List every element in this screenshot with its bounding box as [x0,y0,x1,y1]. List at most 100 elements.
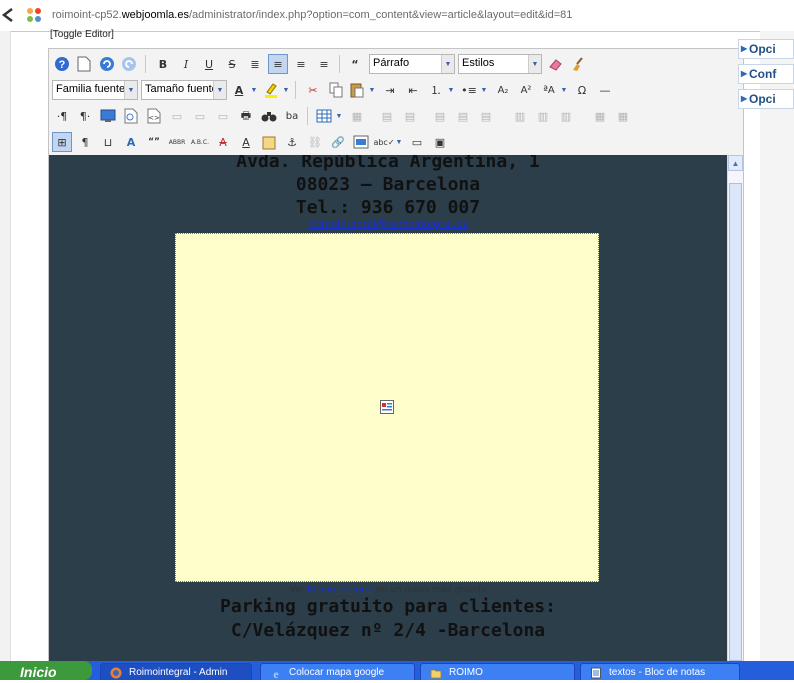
cleanup-broom-icon[interactable] [568,54,588,74]
print-icon[interactable]: 🖶 [236,106,256,126]
chevron-down-icon[interactable]: ▼ [249,80,259,100]
bold-icon[interactable]: B [153,54,173,74]
abbr-icon[interactable]: ABBR [167,132,187,152]
font-family-select[interactable]: Familia fuente ▼ [52,80,138,100]
find-replace-icon[interactable]: ba [282,106,302,126]
undo-icon[interactable] [97,54,117,74]
indent-icon[interactable]: ⇥ [380,80,400,100]
chevron-down-icon[interactable]: ▼ [281,80,291,100]
align-right-icon[interactable]: ≡ [314,54,334,74]
cut-icon[interactable]: ✂ [303,80,323,100]
unlink-icon[interactable]: ⛓ [305,132,325,152]
map-iframe-placeholder[interactable] [175,233,599,582]
chevron-down-icon[interactable]: ▼ [479,80,489,100]
paste-icon[interactable] [347,80,367,100]
cite-icon[interactable]: “” [144,132,164,152]
character-case-icon[interactable]: ªA [539,80,559,100]
find-icon[interactable] [259,106,279,126]
chevron-down-icon[interactable]: ▼ [367,80,377,100]
chevron-down-icon[interactable]: ▼ [334,106,344,126]
bullet-list-icon[interactable]: •≡ [459,80,479,100]
acronym-icon[interactable]: A.B.C. [190,132,210,152]
scrollbar-thumb[interactable] [729,183,742,661]
editor-content-area[interactable]: Avda. República Argentina, 1 08023 – Bar… [49,155,727,661]
styles-select[interactable]: Estilos ▼ [458,54,542,74]
scroll-up-icon[interactable]: ▲ [728,155,743,171]
email-link[interactable]: roimointegral@roimointegral.es [49,219,727,230]
align-center-icon[interactable]: ≡ [268,54,288,74]
col-before-icon[interactable]: ▥ [510,106,530,126]
row-before-icon[interactable]: ▤ [430,106,450,126]
format-select[interactable]: Párrafo ▼ [369,54,455,74]
anchor-icon[interactable]: ⚓ [282,132,302,152]
taskbar-item-notepad[interactable]: textos - Bloc de notas [580,663,740,680]
insertion-icon[interactable]: A [236,132,256,152]
justify-full-icon[interactable]: ≣ [245,54,265,74]
help-icon[interactable]: ? [52,54,72,74]
ie-icon: e [273,667,279,679]
deletion-icon[interactable]: A [213,132,233,152]
toggle-editor-link[interactable]: [Toggle Editor] [50,29,114,40]
chevron-down-icon[interactable]: ▼ [394,132,404,152]
table-row-props-icon[interactable]: ▤ [377,106,397,126]
eraser-icon[interactable] [545,54,565,74]
url-field[interactable]: roimoint-cp52.webjoomla.es/administrator… [52,9,572,21]
strikethrough-icon[interactable]: S [222,54,242,74]
align-left-icon[interactable]: ≡ [291,54,311,74]
map-caption-link[interactable]: Roimo Integral [307,585,373,595]
right-panel-options-1[interactable]: Opci [738,39,794,59]
back-arrow-icon[interactable] [0,6,18,24]
merge-cells-icon[interactable]: ▦ [613,106,633,126]
template-icon[interactable]: ▭ [167,106,187,126]
taskbar-item-admin[interactable]: Roimointegral - Admin [100,663,252,680]
numbered-list-icon[interactable]: ⒈ [426,80,446,100]
new-document-icon[interactable] [74,54,94,74]
underline-icon[interactable]: U [199,54,219,74]
spellcheck-icon[interactable]: abc✓ [373,132,394,152]
taskbar-item-google-map[interactable]: e Colocar mapa google [260,663,415,680]
outdent-icon[interactable]: ⇤ [403,80,423,100]
chevron-down-icon[interactable]: ▼ [559,80,569,100]
visual-aid-icon[interactable]: ⊞ [52,132,72,152]
nonbreaking-icon[interactable]: ⊔ [98,132,118,152]
layer-icon[interactable]: ▭ [407,132,427,152]
ltr-paragraph-icon[interactable]: ·¶ [52,106,72,126]
chevron-down-icon[interactable]: ▼ [446,80,456,100]
highlight-icon[interactable] [261,80,281,100]
col-after-icon[interactable]: ▥ [533,106,553,126]
rtl-paragraph-icon[interactable]: ¶· [75,106,95,126]
row-after-icon[interactable]: ▤ [453,106,473,126]
special-character-icon[interactable]: Ω [572,80,592,100]
template-delete-icon[interactable]: ▭ [213,106,233,126]
subscript-icon[interactable]: A₂ [493,80,513,100]
horizontal-rule-icon[interactable]: — [595,80,615,100]
superscript-icon[interactable]: A² [516,80,536,100]
text-color-icon[interactable]: A [229,80,249,100]
right-panel-config[interactable]: Conf [738,64,794,84]
redo-icon[interactable] [119,54,139,74]
font-size-select[interactable]: Tamaño fuente ▼ [141,80,227,100]
attributes-icon[interactable] [259,132,279,152]
taskbar-item-folder[interactable]: ROIMO [420,663,575,680]
blockquote-icon[interactable]: “ [345,54,365,74]
delete-table-icon[interactable]: ▦ [347,106,367,126]
insert-image-icon[interactable] [351,132,371,152]
fullscreen-icon[interactable] [98,106,118,126]
editor-vertical-scrollbar[interactable]: ▲ [727,155,743,661]
link-icon[interactable]: 🔗 [328,132,348,152]
table-cell-props-icon[interactable]: ▤ [400,106,420,126]
italic-icon[interactable]: I [176,54,196,74]
delete-col-icon[interactable]: ▥ [556,106,576,126]
show-blocks-icon[interactable]: ¶ [75,132,95,152]
styles-props-icon[interactable]: A [121,132,141,152]
start-button[interactable]: Inicio [0,661,92,680]
template-edit-icon[interactable]: ▭ [190,106,210,126]
preview-icon[interactable] [121,106,141,126]
delete-row-icon[interactable]: ▤ [476,106,496,126]
split-cells-icon[interactable]: ▦ [590,106,610,126]
code-icon[interactable]: <> [144,106,164,126]
absolute-icon[interactable]: ▣ [430,132,450,152]
insert-table-icon[interactable] [314,106,334,126]
right-panel-options-2[interactable]: Opci [738,89,794,109]
copy-icon[interactable] [326,80,346,100]
